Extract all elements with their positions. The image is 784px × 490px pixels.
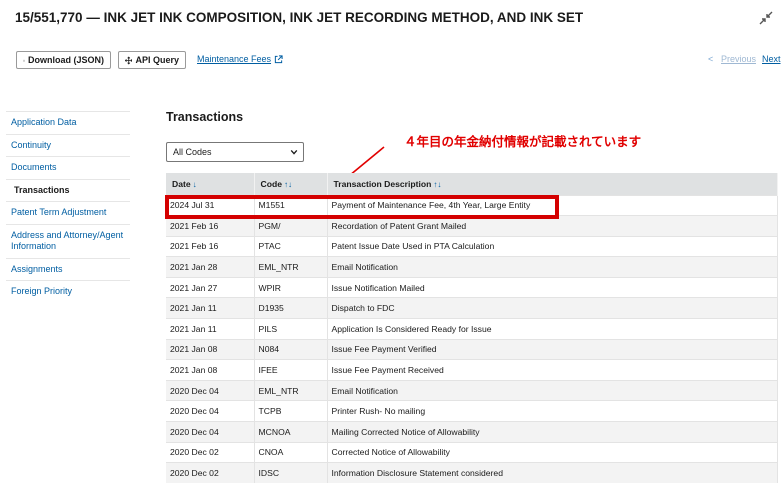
collapse-icon[interactable] (758, 10, 774, 26)
table-row: 2020 Dec 04 TCPB Printer Rush- No mailing (166, 400, 778, 422)
maintenance-fees-link[interactable]: Maintenance Fees (197, 54, 283, 64)
date-cell: 2020 Dec 04 (166, 379, 255, 401)
date-cell: 2021 Jan 08 (166, 338, 255, 360)
table-row: 2021 Jan 28 EML_NTR Email Notification (166, 256, 778, 278)
date-cell: 2020 Dec 04 (166, 400, 255, 422)
sort-icon: ↑↓ (433, 179, 442, 189)
table-row: 2021 Jan 08 IFEE Issue Fee Payment Receive… (166, 359, 778, 381)
next-link[interactable]: Next (762, 54, 781, 64)
sidebar-item-foreign-priority[interactable]: Foreign Priority (6, 280, 130, 303)
description-cell: Email Notification (327, 256, 778, 278)
table-row: 2021 Jan 11 D1935 Dispatch to FDC (166, 297, 778, 319)
download-json-button[interactable]: Download (JSON) (16, 51, 111, 69)
date-cell: 2021 Jan 08 (166, 359, 255, 381)
date-cell: 2020 Dec 02 (166, 462, 255, 484)
description-header-label: Transaction Description (333, 178, 432, 189)
code-cell: CNOA (254, 441, 328, 463)
description-cell: Patent Issue Date Used in PTA Calculatio… (327, 235, 778, 257)
date-cell: 2021 Jan 11 (166, 297, 255, 319)
table-row: 2021 Feb 16 PTAC Patent Issue Date Used in… (166, 235, 778, 257)
sidebar-item-documents[interactable]: Documents (6, 156, 130, 179)
code-filter-value: All Codes (173, 147, 212, 157)
sidebar-item-transactions[interactable]: Transactions (6, 178, 130, 202)
code-cell: TCPB (254, 400, 328, 422)
move-arrows-icon (125, 56, 133, 64)
sidebar-item-address-attorney[interactable]: Address and Attorney/Agent Information (6, 223, 130, 258)
code-cell: PILS (254, 318, 328, 340)
maintenance-fees-label: Maintenance Fees (197, 54, 272, 64)
code-cell: WPIR (254, 276, 328, 298)
sort-icon: ↑↓ (283, 179, 292, 189)
code-header-label: Code (260, 178, 282, 189)
table-row: 2020 Dec 02 IDSC Information Disclosure St… (166, 462, 778, 484)
description-column-header[interactable]: Transaction Description ↑↓ (327, 173, 778, 195)
code-cell: PTAC (254, 235, 328, 257)
sidebar-item-assignments[interactable]: Assignments (6, 257, 130, 281)
sidebar-item-patent-term-adjustment[interactable]: Patent Term Adjustment (6, 201, 130, 224)
page-title: 15/551,770 — INK JET INK COMPOSITION, IN… (15, 10, 584, 25)
previous-arrow-icon[interactable]: < (708, 54, 713, 64)
table-row: 2020 Dec 04 EML_NTR Email Notification (166, 379, 778, 401)
sidebar-item-application-data[interactable]: Application Data (6, 111, 130, 134)
date-header-label: Date (172, 178, 191, 189)
description-cell: Issue Fee Payment Verified (327, 338, 778, 360)
date-cell: 2021 Jan 27 (166, 276, 255, 298)
description-cell: Corrected Notice of Allowability (327, 441, 778, 463)
code-column-header[interactable]: Code ↑↓ (254, 173, 328, 195)
description-cell: Mailing Corrected Notice of Allowability (327, 421, 778, 443)
code-cell: EML_NTR (254, 256, 328, 278)
sort-desc-icon: ↓ (192, 179, 197, 189)
annotation-highlight-box (165, 195, 559, 219)
annotation-note: ４年目の年金納付情報が記載されています (404, 135, 642, 149)
chevron-down-icon (290, 149, 298, 155)
description-cell: Printer Rush- No mailing (327, 400, 778, 422)
table-row: 2020 Dec 04 MCNOA Mailing Corrected Notice… (166, 421, 778, 443)
code-filter-select[interactable]: All Codes (166, 142, 304, 162)
description-cell: Dispatch to FDC (327, 297, 778, 319)
api-query-label: API Query (135, 55, 179, 65)
date-cell: 2021 Jan 11 (166, 318, 255, 340)
table-row: 2021 Jan 27 WPIR Issue Notification Mailed (166, 276, 778, 298)
code-cell: N084 (254, 338, 328, 360)
download-icon (23, 59, 25, 61)
description-cell: Issue Fee Payment Received (327, 359, 778, 381)
code-cell: D1935 (254, 297, 328, 319)
code-cell: IFEE (254, 359, 328, 381)
date-cell: 2020 Dec 02 (166, 441, 255, 463)
code-cell: EML_NTR (254, 379, 328, 401)
table-row: 2021 Jan 08 N084 Issue Fee Payment Verifie… (166, 338, 778, 360)
description-cell: Email Notification (327, 379, 778, 401)
table-header-row: Date ↓ Code ↑↓ Transaction Description ↑↓ (166, 173, 778, 195)
code-cell: IDSC (254, 462, 328, 484)
description-cell: Application Is Considered Ready for Issu… (327, 318, 778, 340)
sidebar-nav: Application Data Continuity Documents Tr… (6, 111, 130, 303)
date-cell: 2021 Feb 16 (166, 235, 255, 257)
transactions-table: Date ↓ Code ↑↓ Transaction Description ↑↓ 2… (166, 173, 778, 484)
external-link-icon (274, 54, 283, 63)
table-row: 2021 Jan 11 PILS Application Is Considered… (166, 318, 778, 340)
api-query-button[interactable]: API Query (118, 51, 186, 69)
sidebar-item-continuity[interactable]: Continuity (6, 133, 130, 157)
date-cell: 2021 Jan 28 (166, 256, 255, 278)
description-cell: Issue Notification Mailed (327, 276, 778, 298)
date-column-header[interactable]: Date ↓ (166, 173, 255, 195)
code-cell: MCNOA (254, 421, 328, 443)
section-title: Transactions (166, 110, 244, 124)
table-row: 2020 Dec 02 CNOA Corrected Notice of Allow… (166, 441, 778, 463)
download-label: Download (JSON) (28, 55, 104, 65)
previous-link[interactable]: Previous (721, 54, 756, 64)
date-cell: 2020 Dec 04 (166, 421, 255, 443)
description-cell: Information Disclosure Statement conside… (327, 462, 778, 484)
